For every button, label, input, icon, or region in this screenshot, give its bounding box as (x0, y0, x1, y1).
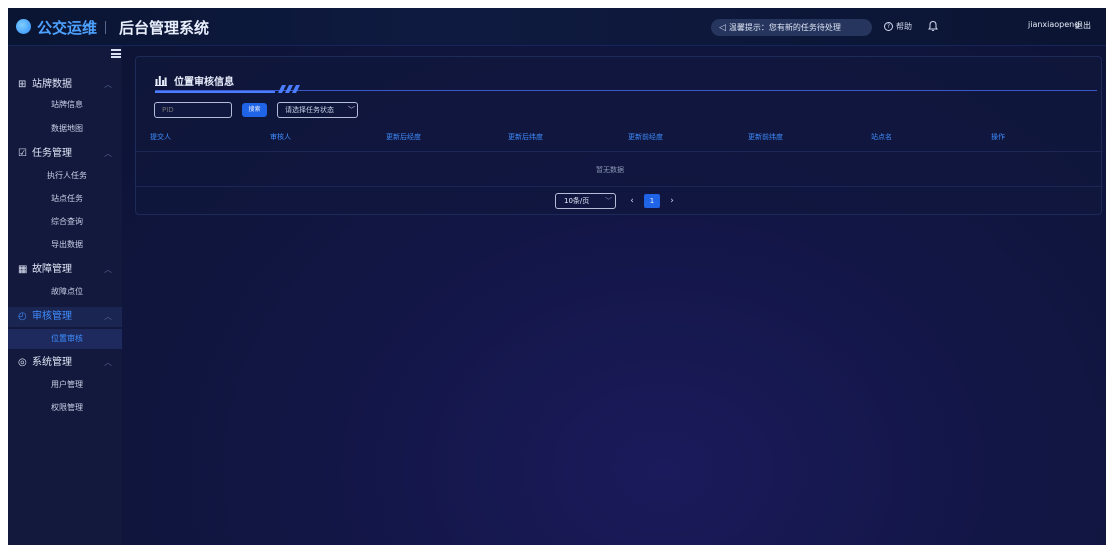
table-footer-divider (136, 186, 1103, 187)
sidebar-group-signboard-data[interactable]: ⊞ 站牌数据 ︿ (8, 75, 122, 95)
search-button[interactable]: 搜索 (242, 103, 267, 117)
empty-table-text: 暂无数据 (596, 166, 624, 174)
panel-title: 位置审核信息 (174, 77, 234, 88)
table-header-divider (136, 151, 1103, 152)
chevron-up-icon: ︿ (104, 80, 112, 89)
task-icon: ☑ (18, 148, 27, 159)
column-header-new-latitude: 更新后纬度 (508, 133, 543, 141)
system-icon: ◎ (18, 357, 27, 368)
brand-divider (105, 21, 106, 34)
pid-search-input[interactable] (154, 102, 232, 118)
help-label: 帮助 (896, 22, 912, 31)
menu-collapse-icon[interactable] (111, 49, 121, 58)
task-status-placeholder: 请选择任务状态 (285, 106, 334, 114)
column-header-reviewer: 审核人 (270, 133, 291, 141)
brand-name: 公交运维 (37, 19, 98, 37)
stripes-decoration (278, 85, 300, 93)
sidebar-item-location-audit[interactable]: 位置审核 (8, 329, 122, 349)
sidebar-group-label: 系统管理 (32, 357, 72, 368)
chevron-up-icon: ︿ (104, 358, 112, 367)
logout-link[interactable]: 退出 (1075, 20, 1091, 31)
column-header-submitter: 提交人 (150, 133, 171, 141)
sidebar-group-audit-management[interactable]: ◴ 审核管理 ︿ (8, 307, 122, 327)
logo-icon (16, 19, 31, 34)
prev-page-button[interactable]: ‹ (626, 194, 638, 208)
column-header-old-longitude: 更新前经度 (628, 133, 663, 141)
sidebar-item-user-management[interactable]: 用户管理 (8, 375, 122, 395)
column-header-station-name: 站点名 (871, 133, 892, 141)
page-size-value: 10条/页 (564, 197, 590, 205)
bar-chart-icon (155, 76, 167, 86)
task-status-select[interactable]: 请选择任务状态 ﹀ (277, 102, 358, 118)
audit-icon: ◴ (18, 311, 27, 322)
chevron-up-icon: ︿ (104, 149, 112, 158)
notice-badge[interactable]: ◁ 温馨提示：您有新的任务待处理 (711, 19, 872, 36)
sidebar: ⊞ 站牌数据 ︿ 站牌信息 数据地图 ☑ 任务管理 ︿ 执行人任务 站点任务 综合查… (8, 46, 122, 545)
question-icon: ? (884, 22, 893, 31)
notice-text: 温馨提示：您有新的任务待处理 (728, 23, 841, 32)
sidebar-item-executor-tasks[interactable]: 执行人任务 (8, 166, 122, 186)
signboard-icon: ⊞ (18, 79, 27, 90)
sidebar-item-general-query[interactable]: 综合查询 (8, 212, 122, 232)
sidebar-group-label: 审核管理 (32, 311, 72, 322)
app-window: 公交运维 后台管理系统 ◁ 温馨提示：您有新的任务待处理 ? 帮助 jianxiao… (8, 8, 1106, 545)
location-audit-panel: 位置审核信息 搜索 请选择任务状态 ﹀ 提交人 审核人 更新后经度 更新后纬度 … (135, 56, 1103, 215)
main-content: 位置审核信息 搜索 请选择任务状态 ﹀ 提交人 审核人 更新后经度 更新后纬度 … (122, 46, 1106, 545)
sidebar-group-label: 站牌数据 (32, 79, 72, 90)
sidebar-item-station-tasks[interactable]: 站点任务 (8, 189, 122, 209)
page-size-select[interactable]: 10条/页 ﹀ (555, 193, 616, 209)
sidebar-item-signboard-info[interactable]: 站牌信息 (8, 95, 122, 115)
fault-icon: ▦ (18, 264, 28, 275)
sidebar-group-fault-management[interactable]: ▦ 故障管理 ︿ (8, 260, 122, 280)
sidebar-group-system-management[interactable]: ◎ 系统管理 ︿ (8, 353, 122, 373)
page-number-button[interactable]: 1 (644, 194, 660, 208)
column-header-old-latitude: 更新前纬度 (748, 133, 783, 141)
column-header-new-longitude: 更新后经度 (386, 133, 421, 141)
column-header-actions: 操作 (991, 133, 1005, 141)
chevron-down-icon: ﹀ (348, 106, 355, 114)
sidebar-group-task-management[interactable]: ☑ 任务管理 ︿ (8, 144, 122, 164)
sidebar-item-data-map[interactable]: 数据地图 (8, 119, 122, 139)
chevron-up-icon: ︿ (104, 312, 112, 321)
bell-icon[interactable] (926, 19, 940, 33)
sidebar-group-label: 任务管理 (32, 148, 72, 159)
system-title: 后台管理系统 (119, 19, 210, 37)
sidebar-item-export-data[interactable]: 导出数据 (8, 235, 122, 255)
help-link[interactable]: ? 帮助 (884, 20, 912, 34)
sidebar-group-label: 故障管理 (32, 264, 72, 275)
chevron-up-icon: ︿ (104, 265, 112, 274)
title-accent-bar (155, 91, 275, 93)
sidebar-item-fault-points[interactable]: 故障点位 (8, 282, 122, 302)
username: jianxiaopeng (1028, 20, 1080, 29)
top-header: 公交运维 后台管理系统 ◁ 温馨提示：您有新的任务待处理 ? 帮助 jianxiao… (8, 8, 1106, 46)
chevron-down-icon: ﹀ (605, 197, 612, 205)
table-header: 提交人 审核人 更新后经度 更新后纬度 更新前经度 更新前纬度 站点名 操作 (136, 132, 1103, 148)
sidebar-item-permission-management[interactable]: 权限管理 (8, 398, 122, 418)
next-page-button[interactable]: › (666, 194, 678, 208)
speaker-icon: ◁ (719, 23, 726, 33)
